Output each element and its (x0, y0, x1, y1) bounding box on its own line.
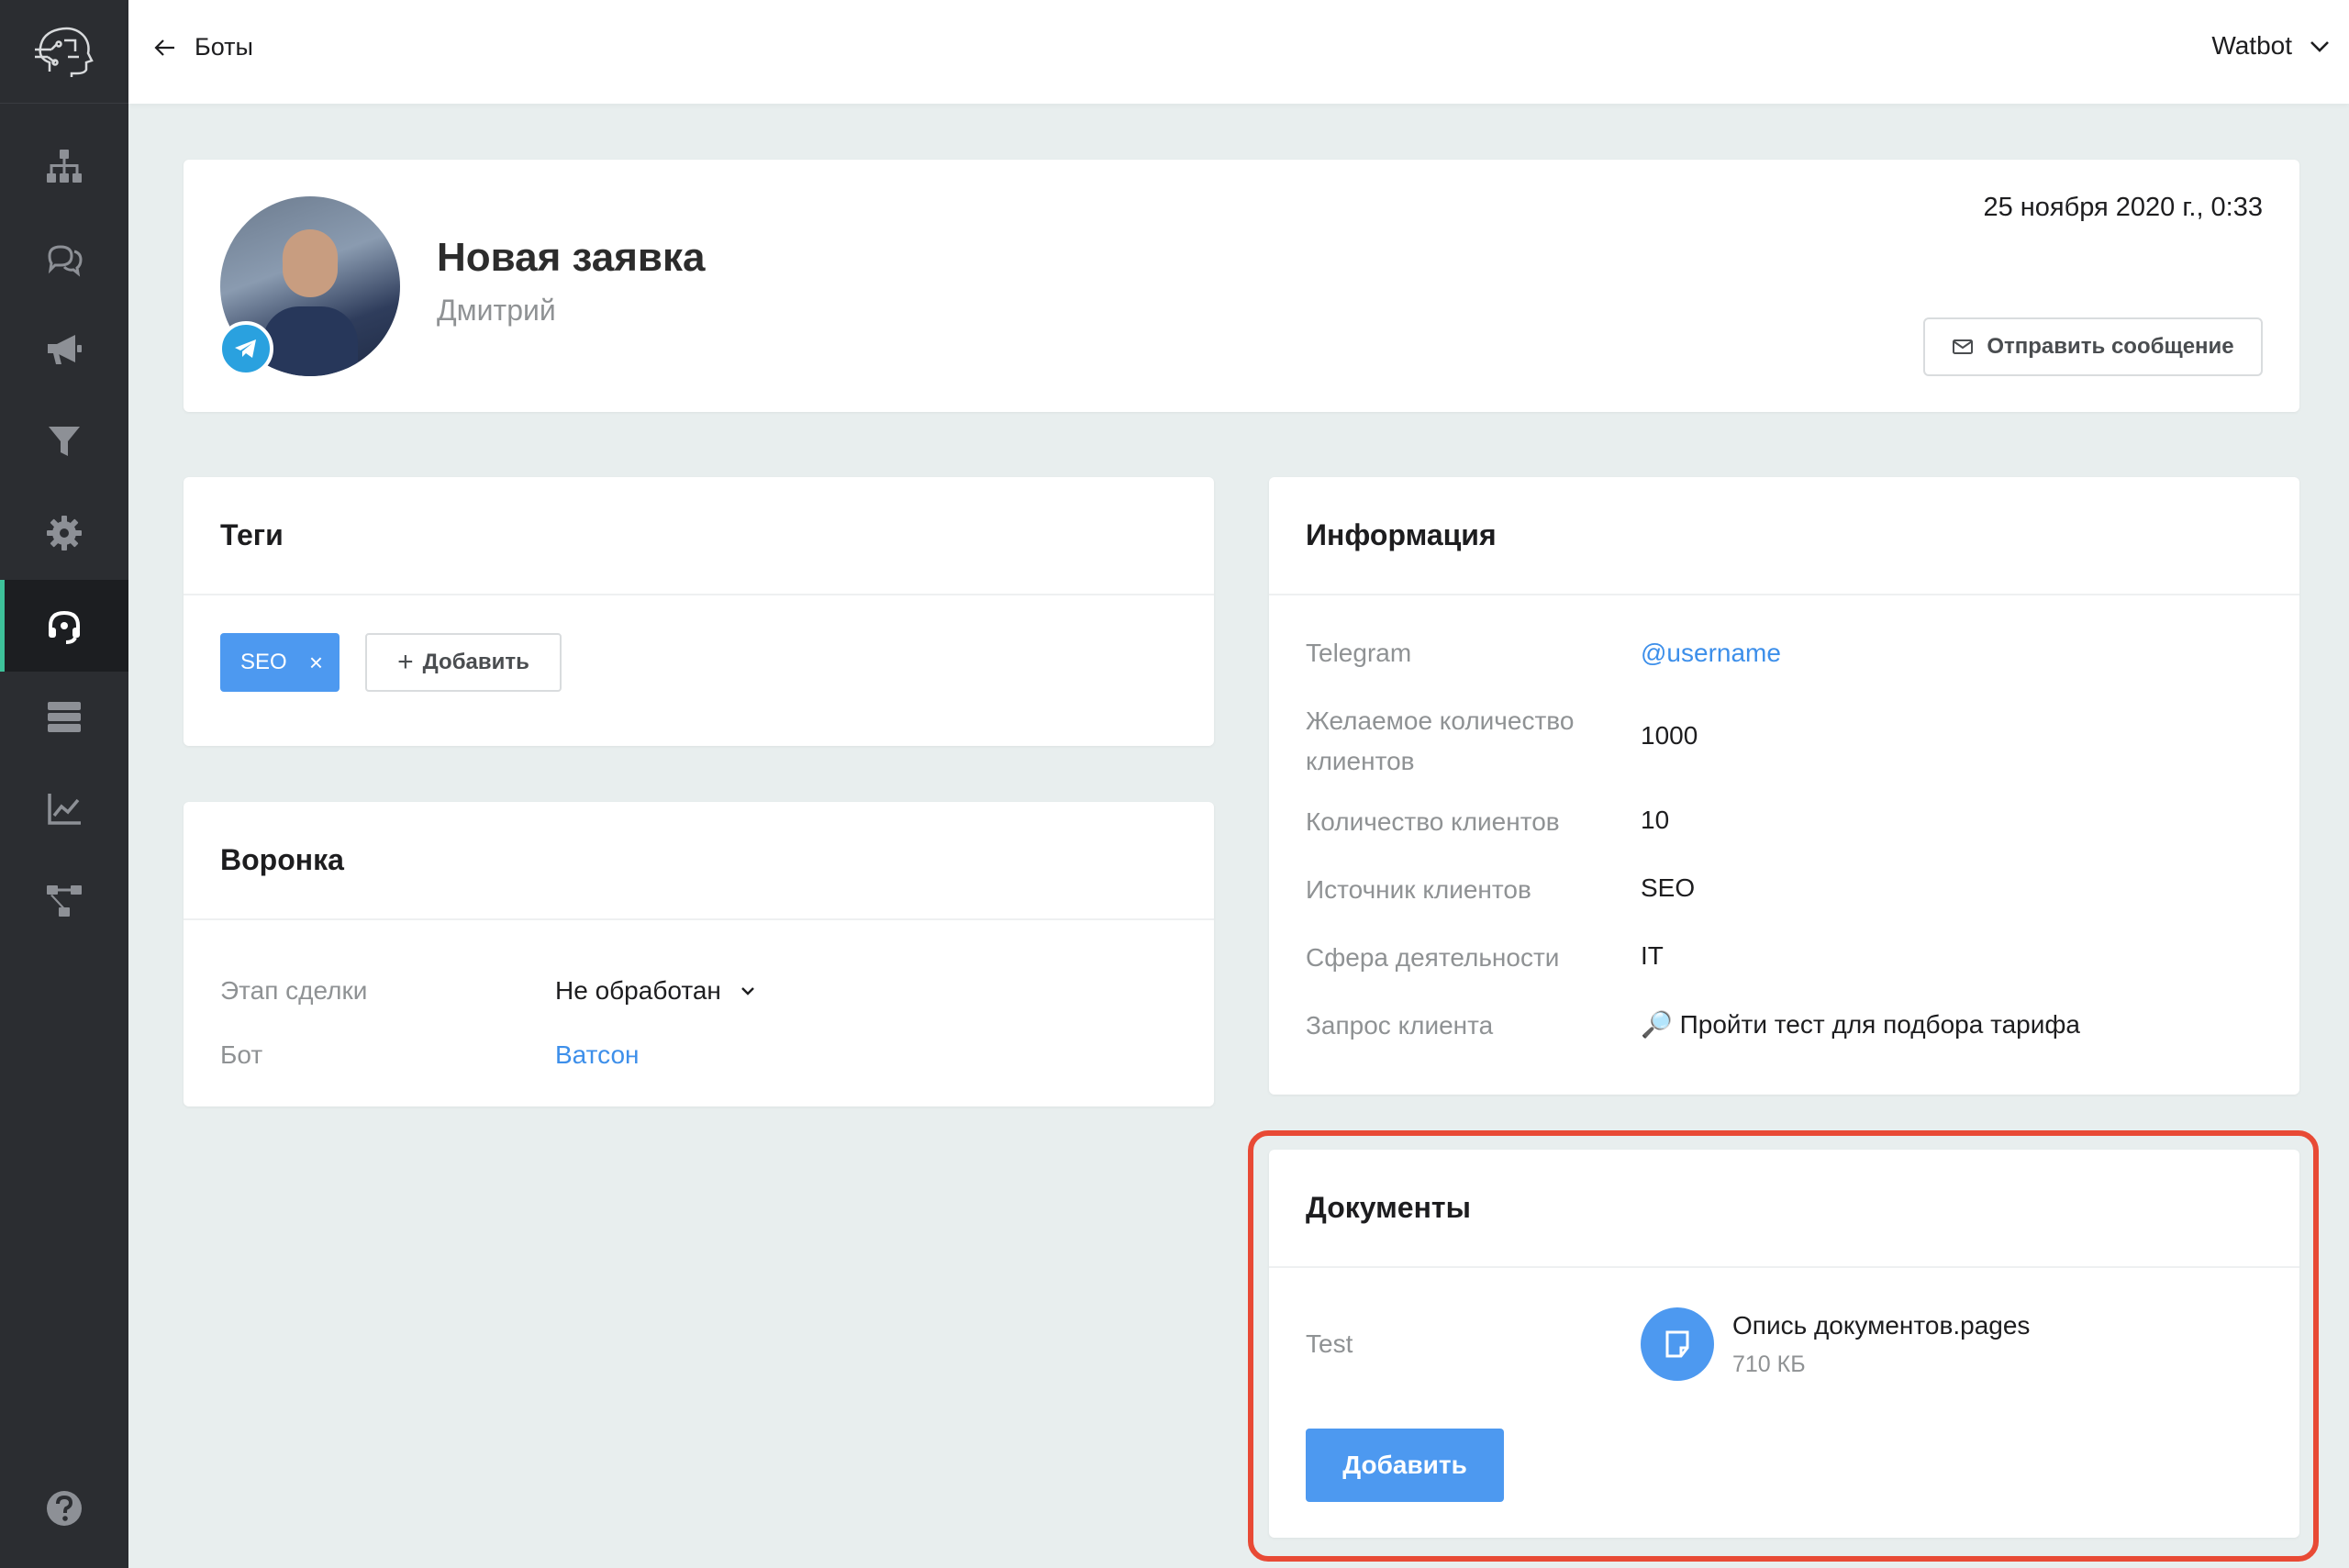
top-bar: Боты Watbot (128, 0, 2349, 104)
bot-link[interactable]: Ватсон (555, 1040, 640, 1070)
chevron-down-icon (2310, 41, 2329, 52)
info-value-client-source: SEO (1641, 873, 1696, 902)
funnel-card: Воронка Этап сделки Не обработан Бот Ват… (184, 802, 1214, 1106)
document-icon (1665, 1330, 1689, 1358)
info-label-business-field: Сфера деятельности (1306, 943, 1560, 972)
add-tag-label: Добавить (422, 650, 529, 674)
sidebar-item-chats[interactable] (0, 212, 128, 304)
tag-chip[interactable]: SEO × (220, 633, 340, 692)
info-heading: Информация (1269, 477, 2299, 595)
deal-stage-label: Этап сделки (220, 976, 368, 1005)
add-tag-button[interactable]: + Добавить (365, 633, 562, 692)
info-value-business-field: IT (1641, 941, 1664, 970)
deal-stage-select[interactable]: Не обработан (555, 976, 758, 1006)
plus-icon: + (397, 647, 414, 677)
back-link[interactable]: Боты (152, 33, 253, 61)
sidebar-item-database[interactable] (0, 671, 128, 762)
document-file-icon-wrap[interactable] (1641, 1307, 1714, 1381)
tags-card: Теги SEO × + Добавить (184, 477, 1214, 746)
info-value-clients-count: 10 (1641, 806, 1670, 834)
tag-label: SEO (240, 650, 287, 674)
lead-header-card: Новая заявка Дмитрий 25 ноября 2020 г., … (184, 160, 2299, 412)
sidebar-item-support[interactable] (0, 580, 128, 672)
back-link-label: Боты (195, 33, 253, 61)
info-label-client-request: Запрос клиента (1306, 1011, 1494, 1040)
headset-icon (49, 610, 80, 644)
info-label-desired-clients: Желаемое количество клиентов (1306, 706, 1575, 775)
account-dropdown[interactable]: Watbot (2211, 31, 2332, 61)
contact-name: Дмитрий (437, 294, 556, 327)
telegram-username-link[interactable]: @username (1641, 639, 1781, 668)
info-label-client-source: Источник клиентов (1306, 875, 1531, 904)
flow-icon (47, 885, 82, 917)
line-chart-icon (48, 794, 81, 825)
bot-label: Бот (220, 1040, 263, 1069)
info-value-desired-clients: 1000 (1641, 721, 1698, 750)
info-label-telegram: Telegram (1306, 639, 1412, 667)
channel-badge (218, 321, 273, 376)
gear-icon (47, 516, 82, 550)
funnel-icon (49, 427, 80, 456)
sidebar-item-settings[interactable] (0, 487, 128, 579)
avatar-container (218, 196, 400, 376)
documents-heading: Документы (1269, 1150, 2299, 1268)
sidebar-item-help[interactable] (0, 1462, 128, 1554)
sidebar-item-structure[interactable] (0, 120, 128, 212)
page-title: Новая заявка (437, 235, 706, 280)
megaphone-icon (48, 335, 82, 364)
send-message-label: Отправить сообщение (1987, 334, 2234, 359)
document-file-name[interactable]: Опись документов.pages (1732, 1311, 2030, 1340)
hierarchy-icon (47, 150, 82, 183)
lead-date: 25 ноября 2020 г., 0:33 (1983, 193, 2263, 222)
documents-card: Документы Test Опись документов.pages 71… (1269, 1150, 2299, 1538)
chevron-down-icon (741, 987, 754, 995)
sidebar-item-analytics[interactable] (0, 762, 128, 854)
info-card: Информация Telegram @username Желаемое к… (1269, 477, 2299, 1095)
document-file-size: 710 КБ (1732, 1351, 1806, 1377)
arrow-left-icon (154, 39, 174, 56)
remove-tag-icon[interactable]: × (309, 649, 323, 677)
info-value-client-request: 🔎 Пройти тест для подбора тарифа (1641, 1010, 2080, 1039)
document-field-label: Test (1306, 1329, 1353, 1358)
send-message-button[interactable]: Отправить сообщение (1923, 317, 2263, 376)
sidebar-item-integrations[interactable] (0, 854, 128, 946)
telegram-icon (235, 339, 256, 358)
envelope-icon (1953, 339, 1974, 354)
app-logo[interactable] (0, 0, 128, 104)
deal-stage-value: Не обработан (555, 976, 721, 1005)
sidebar-item-broadcasts[interactable] (0, 304, 128, 395)
chat-bubbles-icon (48, 245, 83, 277)
sidebar-item-funnels[interactable] (0, 395, 128, 487)
database-icon (48, 702, 81, 732)
question-circle-icon (47, 1491, 82, 1526)
info-label-clients-count: Количество клиентов (1306, 807, 1560, 836)
add-document-button[interactable]: Добавить (1306, 1429, 1504, 1502)
tags-heading: Теги (184, 477, 1214, 595)
robot-head-logo-icon (35, 27, 94, 77)
sidebar (0, 0, 128, 1568)
account-name: Watbot (2211, 31, 2292, 60)
funnel-heading: Воронка (184, 802, 1214, 920)
